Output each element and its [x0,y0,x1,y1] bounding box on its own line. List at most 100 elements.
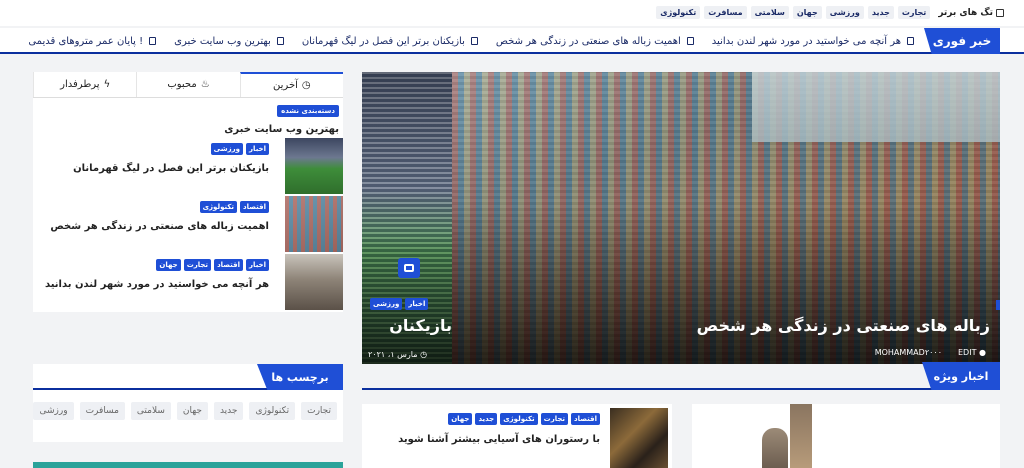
document-icon [149,37,157,45]
post-tags: اخبار اقتصاد تجارت جهان [156,259,269,271]
tag-icon [996,8,1004,17]
top-tag-business[interactable]: تجارت [897,6,931,19]
hero-author[interactable]: MOHAMMAD۲۰۰۰ [875,348,942,357]
hero-side-slide[interactable]: اخبار ورزشی بازیکنان ◷ مارس ۱، ۲۰۲۱ [362,72,452,364]
bolt-icon: ϟ [103,79,111,90]
tag-economy[interactable]: اقتصاد [214,259,244,271]
top-tag-travel[interactable]: مسافرت [704,6,747,19]
ticker-item[interactable]: بازیکنان برتر این فصل در لیگ قهرمانان [302,36,478,47]
special-news-header: اخبار ویژه [362,362,1000,390]
top-tag-health[interactable]: سلامتی [750,6,789,19]
news-card-thumbnail[interactable] [610,408,668,468]
side-slide-date: ◷ مارس ۱، ۲۰۲۱ [368,350,427,359]
ticker-item[interactable]: ! پایان عمر متروهای قدیمی [28,35,157,47]
breaking-news-label: خبر فوری [924,28,1000,54]
top-tags: تگ های برتر تجارت جدید ورزشی جهان سلامتی… [656,6,1004,19]
list-item: اخبار ورزشی بازیکنان برتر این فصل در لیگ… [33,138,343,196]
news-card-tags: اقتصاد تجارت تکنولوژی جدید جهان [448,413,600,425]
ticker-item[interactable]: بهترین وب سایت خبری [174,36,284,47]
post-title[interactable]: هر آنچه می خواستید در مورد شهر لندن بدان… [45,279,269,290]
tag-economy[interactable]: اقتصاد [571,413,600,425]
flame-icon: ♨ [200,79,210,90]
ticker-item-text: هر آنچه می خواستید در مورد شهر لندن بدان… [711,35,901,47]
ticker-item[interactable]: هر آنچه می خواستید در مورد شهر لندن بدان… [712,36,914,47]
tag-world[interactable]: جهان [448,413,473,425]
side-slide-date-text: مارس ۱، ۲۰۲۱ [368,350,418,359]
top-tag-bar: تگ های برتر تجارت جدید ورزشی جهان سلامتی… [0,0,1024,26]
breaking-news-ticker: هر آنچه می خواستید در مورد شهر لندن بدان… [0,28,914,54]
category-badge[interactable]: دسته‌بندی نشده [277,105,339,117]
tag-news[interactable]: اخبار [246,259,269,271]
tag-cloud: تجارت تکنولوژی جدید جهان سلامتی مسافرت و… [33,402,337,420]
news-card-title[interactable]: با رستوران های آسیایی بیشتر آشنا شوید [398,434,600,445]
slider-next-arrow[interactable] [996,300,1000,310]
top-tags-label: تگ های برتر [938,7,993,18]
document-icon [907,37,914,45]
tab-latest-label: آخرین [273,80,298,91]
post-title[interactable]: بهترین وب سایت خبری [224,124,339,135]
tag-economy[interactable]: اقتصاد [240,201,269,213]
post-tags: اخبار ورزشی [210,143,269,155]
top-tag-new[interactable]: جدید [867,6,894,19]
ticker-item-text: اهمیت زباله های صنعتی در زندگی هر شخص [495,35,681,47]
list-item: اقتصاد تکنولوژی اهمیت زباله های صنعتی در… [33,196,343,254]
tag-cloud-item[interactable]: ورزشی [33,402,74,420]
tag-news[interactable]: اخبار [246,143,269,155]
tags-widget: برچسب ها تجارت تکنولوژی جدید جهان سلامتی… [33,364,343,442]
post-thumbnail[interactable] [285,138,343,194]
tab-latest[interactable]: ◷ آخرین [239,72,343,97]
top-tag-sports[interactable]: ورزشی [825,6,864,19]
post-tags: اقتصاد تکنولوژی [199,201,269,213]
clock-icon: ◷ [420,350,428,359]
tag-cloud-item[interactable]: جدید [213,402,244,420]
side-slide-title[interactable]: بازیکنان [362,316,452,335]
post-title[interactable]: اهمیت زباله های صنعتی در زندگی هر شخص [50,221,269,232]
tag-cloud-item[interactable]: سلامتی [130,402,171,420]
building-tower [790,404,812,468]
document-icon [276,37,284,45]
camera-icon [398,258,420,278]
hero-main-slide[interactable]: زباله های صنعتی در زندگی هر شخص ● EDIT M… [452,72,1000,364]
tab-trending[interactable]: ϟ پرطرفدار [33,72,136,97]
tag-cloud-item[interactable]: تکنولوژی [249,402,296,420]
news-card: اقتصاد تجارت تکنولوژی جدید جهان با رستور… [362,404,672,468]
next-widget-edge [33,462,343,468]
ticker-item-text: ! پایان عمر متروهای قدیمی [28,35,144,47]
clock-icon: ◷ [301,80,311,91]
hero-slider[interactable]: اخبار ورزشی بازیکنان ◷ مارس ۱، ۲۰۲۱ زبال… [362,72,1000,364]
ticker-item-text: بازیکنان برتر این فصل در لیگ قهرمانان [301,35,465,47]
tag-sports[interactable]: ورزشی [370,298,403,310]
harbor-water [752,72,1000,142]
tag-cloud-item[interactable]: جهان [176,402,208,420]
tag-new[interactable]: جدید [475,413,498,425]
post-thumbnail[interactable] [285,254,343,310]
tag-news[interactable]: اخبار [405,298,429,310]
post-thumbnail[interactable] [285,196,343,252]
tag-business[interactable]: تجارت [183,259,212,271]
tag-cloud-item[interactable]: تجارت [301,402,337,420]
tabs-bar: ◷ آخرین ♨ محبوب ϟ پرطرفدار [33,72,343,98]
tag-sports[interactable]: ورزشی [210,143,244,155]
hero-edit[interactable]: ● EDIT [958,348,986,357]
top-tags-title: تگ های برتر [938,8,1004,18]
tab-popular[interactable]: ♨ محبوب [136,72,239,97]
tab-popular-label: محبوب [167,79,197,90]
tag-world[interactable]: جهان [156,259,181,271]
ticker-item[interactable]: اهمیت زباله های صنعتی در زندگی هر شخص [496,36,694,47]
building-dome [762,428,788,468]
tag-business[interactable]: تجارت [540,413,569,425]
breaking-news-bar: خبر فوری هر آنچه می خواستید در مورد شهر … [0,28,1024,54]
hero-title[interactable]: زباله های صنعتی در زندگی هر شخص [697,316,990,335]
tag-technology[interactable]: تکنولوژی [199,201,238,213]
post-title[interactable]: بازیکنان برتر این فصل در لیگ قهرمانان [73,163,269,174]
user-icon: ● [979,348,986,357]
top-tag-world[interactable]: جهان [792,6,822,19]
top-tag-technology[interactable]: تکنولوژی [656,6,701,19]
tag-technology[interactable]: تکنولوژی [500,413,538,425]
document-icon [686,37,694,45]
list-item: اخبار اقتصاد تجارت جهان هر آنچه می خواست… [33,254,343,312]
ticker-item-text: بهترین وب سایت خبری [174,35,271,47]
side-slide-tags: اخبار ورزشی [370,298,429,310]
news-card-image[interactable] [692,404,1000,468]
tag-cloud-item[interactable]: مسافرت [79,402,125,420]
